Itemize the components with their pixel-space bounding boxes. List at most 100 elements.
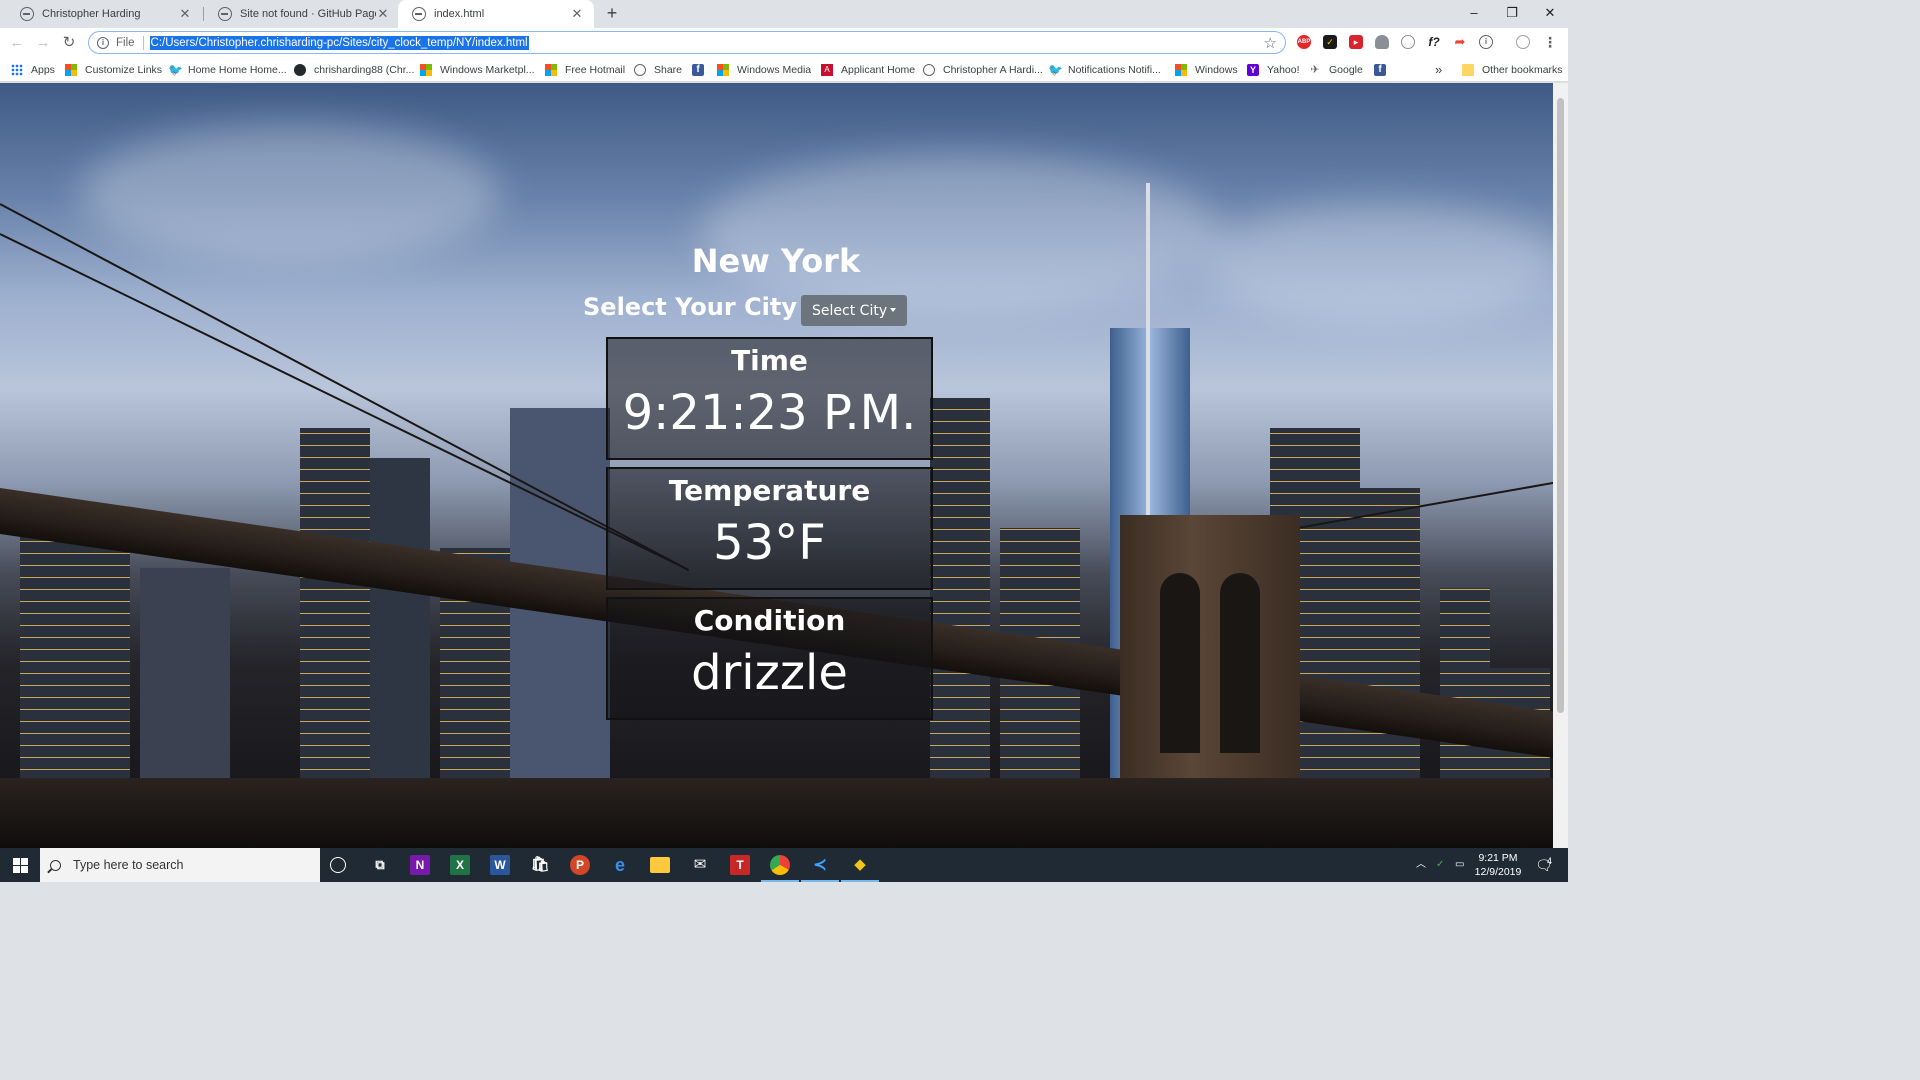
norton-tray-icon[interactable]: ✓ — [1436, 848, 1444, 882]
powerpoint-icon[interactable]: P — [570, 855, 590, 875]
caret-down-icon — [890, 308, 897, 312]
bookmark-apps[interactable]: Apps — [11, 61, 55, 78]
waterfront — [0, 778, 1568, 848]
bookmark-facebook-2[interactable]: f — [1374, 61, 1394, 78]
scrollbar-thumb[interactable] — [1557, 98, 1564, 713]
bookmarks-bar: Apps Customize Links 🐦 Home Home Home... … — [0, 57, 1568, 82]
time-label: Time — [731, 344, 808, 377]
menu-icon[interactable]: ⋮ — [1543, 35, 1557, 49]
bookmark-facebook[interactable]: f — [692, 61, 712, 78]
typora-icon[interactable]: T — [730, 855, 750, 875]
abp-icon[interactable]: ABP — [1297, 35, 1311, 49]
reload-button[interactable]: ↻ — [58, 32, 80, 54]
restore-button[interactable]: ❐ — [1494, 0, 1530, 28]
other-bookmarks[interactable]: Other bookmarks — [1462, 61, 1563, 78]
temperature-label: Temperature — [668, 474, 871, 507]
bookmark-label: Apps — [31, 63, 55, 76]
close-icon[interactable]: ✕ — [178, 6, 192, 22]
system-clock[interactable]: 9:21 PM 12/9/2019 — [1472, 851, 1524, 879]
store-icon[interactable]: 🛍 — [530, 855, 550, 875]
mail-icon[interactable]: ✉ — [690, 855, 710, 875]
windows-taskbar: Type here to search ⧉ N X W 🛍 P e ✉ T ≺ … — [0, 848, 1568, 882]
chevron-up-icon[interactable]: ︿ — [1416, 848, 1426, 882]
bookmark-christopher-a-harding[interactable]: Christopher A Hardi... — [923, 61, 1043, 78]
new-tab-button[interactable]: + — [602, 3, 622, 23]
forward-button[interactable]: → — [32, 32, 54, 54]
bookmark-label: Customize Links — [85, 63, 163, 76]
taskbar-search[interactable]: Type here to search — [40, 848, 320, 882]
bookmark-home[interactable]: 🐦 Home Home Home... — [168, 61, 287, 78]
onenote-icon[interactable]: N — [410, 855, 430, 875]
profile-icon[interactable] — [1516, 35, 1530, 49]
bookmark-notifications[interactable]: 🐦 Notifications Notifi... — [1048, 61, 1161, 78]
bookmark-free-hotmail[interactable]: Free Hotmail — [545, 61, 625, 78]
cortana-icon[interactable] — [330, 857, 346, 873]
bookmark-windows-media[interactable]: Windows Media — [717, 61, 811, 78]
tab-title: index.html — [434, 8, 485, 20]
twitter-icon: 🐦 — [168, 62, 183, 77]
word-icon[interactable]: W — [490, 855, 510, 875]
facebook-icon: f — [692, 63, 704, 76]
info-icon[interactable]: i — [97, 36, 109, 49]
bookmark-label: chrisharding88 (Chr... — [314, 63, 415, 76]
close-window-button[interactable]: ✕ — [1532, 0, 1568, 28]
screen-recorder-icon[interactable]: ▸ — [1349, 35, 1363, 49]
bookmark-google[interactable]: ✈ Google — [1309, 61, 1362, 78]
excel-icon[interactable]: X — [450, 855, 470, 875]
active-app-indicator — [761, 880, 799, 882]
select-city-dropdown[interactable]: Select City — [801, 295, 908, 326]
bookmark-applicant-home[interactable]: A Applicant Home — [821, 61, 915, 78]
search-placeholder: Type here to search — [73, 858, 184, 872]
font-finder-icon[interactable]: f? — [1427, 35, 1441, 49]
bookmark-label: Home Home Home... — [188, 63, 287, 76]
url-text[interactable]: C:/Users/Christopher.chrisharding-pc/Sit… — [149, 35, 529, 50]
bookmark-label: Other bookmarks — [1482, 63, 1563, 76]
windows-icon — [1175, 63, 1187, 76]
bookmark-customize-links[interactable]: Customize Links — [65, 61, 162, 78]
close-icon[interactable]: ✕ — [570, 6, 584, 22]
headphones-icon[interactable] — [1401, 35, 1415, 49]
bookmark-label: Applicant Home — [841, 63, 916, 76]
bookmark-star-icon[interactable]: ☆ — [1264, 34, 1277, 52]
folder-icon — [1462, 63, 1474, 76]
start-button[interactable] — [0, 848, 40, 882]
globe-icon — [412, 7, 426, 21]
condition-value: drizzle — [691, 645, 848, 701]
norton-icon[interactable]: ✓ — [1323, 35, 1337, 49]
bookmark-yahoo[interactable]: Y Yahoo! — [1247, 61, 1300, 78]
task-view-icon[interactable]: ⧉ — [370, 855, 390, 875]
back-button[interactable]: ← — [6, 32, 28, 54]
bookmarks-overflow-button[interactable]: » — [1435, 61, 1442, 78]
tab-strip: Christopher Harding ✕ Site not found · G… — [0, 0, 1568, 28]
tab-site-not-found[interactable]: Site not found · GitHub Pages ✕ — [204, 0, 400, 28]
network-icon[interactable]: ▭ — [1455, 848, 1464, 882]
vscode-icon[interactable]: ≺ — [810, 855, 830, 875]
tab-index-html[interactable]: index.html ✕ — [398, 0, 594, 28]
minimize-button[interactable]: – — [1456, 0, 1492, 28]
bookmark-windows-marketplace[interactable]: Windows Marketpl... — [420, 61, 535, 78]
gitkraken-icon[interactable]: ◆ — [850, 855, 870, 875]
bookmark-label: Windows Marketpl... — [440, 63, 535, 76]
divider — [142, 35, 144, 50]
bookmark-github[interactable]: chrisharding88 (Chr... — [294, 61, 414, 78]
close-icon[interactable]: ✕ — [376, 6, 390, 22]
cloud-icon[interactable] — [1375, 35, 1389, 49]
select-city-label: Select Your City — [583, 292, 798, 321]
info-circle-icon[interactable]: i — [1479, 35, 1493, 49]
address-bar[interactable]: i File C:/Users/Christopher.chrisharding… — [88, 31, 1286, 54]
page-scrollbar[interactable] — [1553, 83, 1568, 848]
bookmark-label: Yahoo! — [1267, 63, 1300, 76]
browser-toolbar: ← → ↻ i File C:/Users/Christopher.chrish… — [0, 28, 1568, 57]
clock-time: 9:21 PM — [1478, 852, 1518, 864]
windows-icon — [545, 63, 557, 76]
time-card: Time 9:21:23 P.M. — [606, 337, 933, 460]
windows-icon — [420, 63, 432, 76]
bookmark-windows[interactable]: Windows — [1175, 61, 1238, 78]
edge-icon[interactable]: e — [610, 855, 630, 875]
bookmark-share[interactable]: Share — [634, 61, 682, 78]
chrome-icon[interactable] — [770, 855, 790, 875]
share-arrow-icon[interactable]: ➦ — [1453, 35, 1467, 49]
tab-christopher-harding[interactable]: Christopher Harding ✕ — [6, 0, 202, 28]
file-explorer-icon[interactable] — [650, 857, 670, 873]
active-app-indicator — [801, 880, 839, 882]
